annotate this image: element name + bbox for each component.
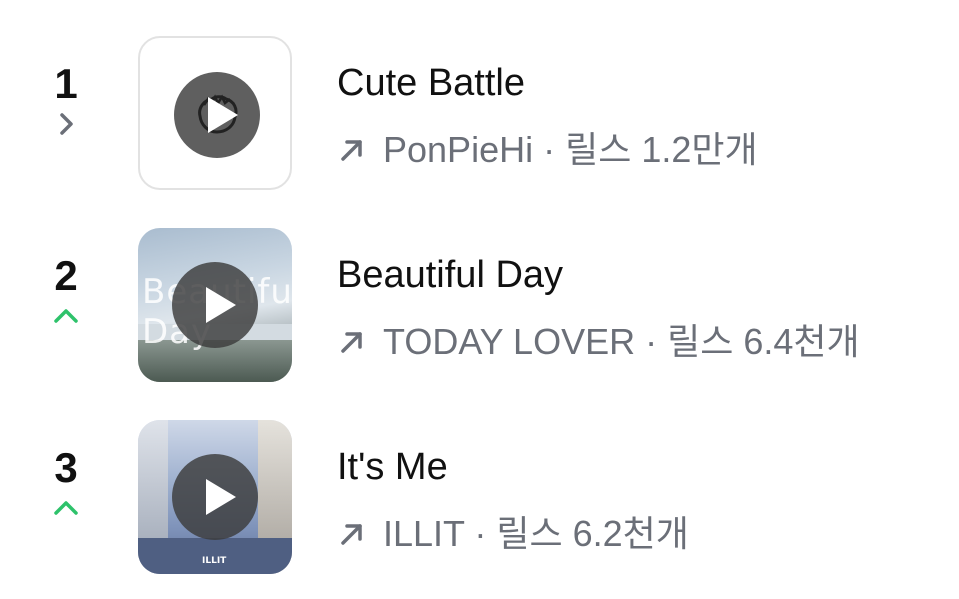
play-button[interactable] <box>172 454 258 540</box>
arrow-up-right-icon <box>341 332 362 353</box>
track-meta: PonPieHi · 릴스 1.2만개 <box>337 128 758 172</box>
thumbnail[interactable]: Beautiful Day <box>138 228 292 382</box>
track-title[interactable]: Beautiful Day <box>337 252 563 298</box>
artist-name[interactable]: ILLIT <box>383 513 464 554</box>
artist-name[interactable]: TODAY LOVER <box>383 321 635 362</box>
separator: · <box>635 321 668 362</box>
trending-audio-list: 1 Cute Battle PonPieHi · 릴스 1.2만개 2 Day … <box>0 0 959 599</box>
rank-number: 3 <box>54 444 78 491</box>
play-icon <box>206 479 236 515</box>
chevron-up-icon <box>54 501 78 515</box>
play-button[interactable] <box>174 72 260 158</box>
track-title[interactable]: Cute Battle <box>337 60 525 106</box>
reels-count: 릴스 1.2만개 <box>565 129 758 170</box>
play-icon <box>206 287 236 323</box>
separator: · <box>533 129 566 170</box>
play-icon <box>198 94 238 134</box>
chevron-right-icon <box>60 113 73 135</box>
play-button[interactable] <box>172 262 258 348</box>
reels-count: 릴스 6.2천개 <box>496 513 689 554</box>
arrow-up-right-icon <box>341 140 362 161</box>
track-meta: ILLIT · 릴스 6.2천개 <box>337 512 689 556</box>
arrow-up-right-icon <box>341 524 362 545</box>
thumbnail[interactable] <box>138 36 292 190</box>
rank-number: 1 <box>54 60 78 107</box>
list-item[interactable]: 2 Beautiful Day Beautiful Day TODAY LOVE… <box>0 192 959 382</box>
track-meta: TODAY LOVER · 릴스 6.4천개 <box>337 320 860 364</box>
thumbnail[interactable]: ILLIT <box>138 420 292 574</box>
reels-count: 릴스 6.4천개 <box>667 321 860 362</box>
chevron-up-icon <box>54 309 78 323</box>
artist-name[interactable]: PonPieHi <box>383 129 533 170</box>
list-item[interactable]: 3 ILLIT It's Me ILLIT · 릴스 6.2천개 <box>0 384 959 574</box>
track-title[interactable]: It's Me <box>337 444 448 490</box>
rank-number: 2 <box>54 252 78 299</box>
thumbnail-logo: ILLIT <box>202 556 227 566</box>
separator: · <box>464 513 497 554</box>
list-item[interactable]: 1 Cute Battle PonPieHi · 릴스 1.2만개 <box>0 0 959 190</box>
